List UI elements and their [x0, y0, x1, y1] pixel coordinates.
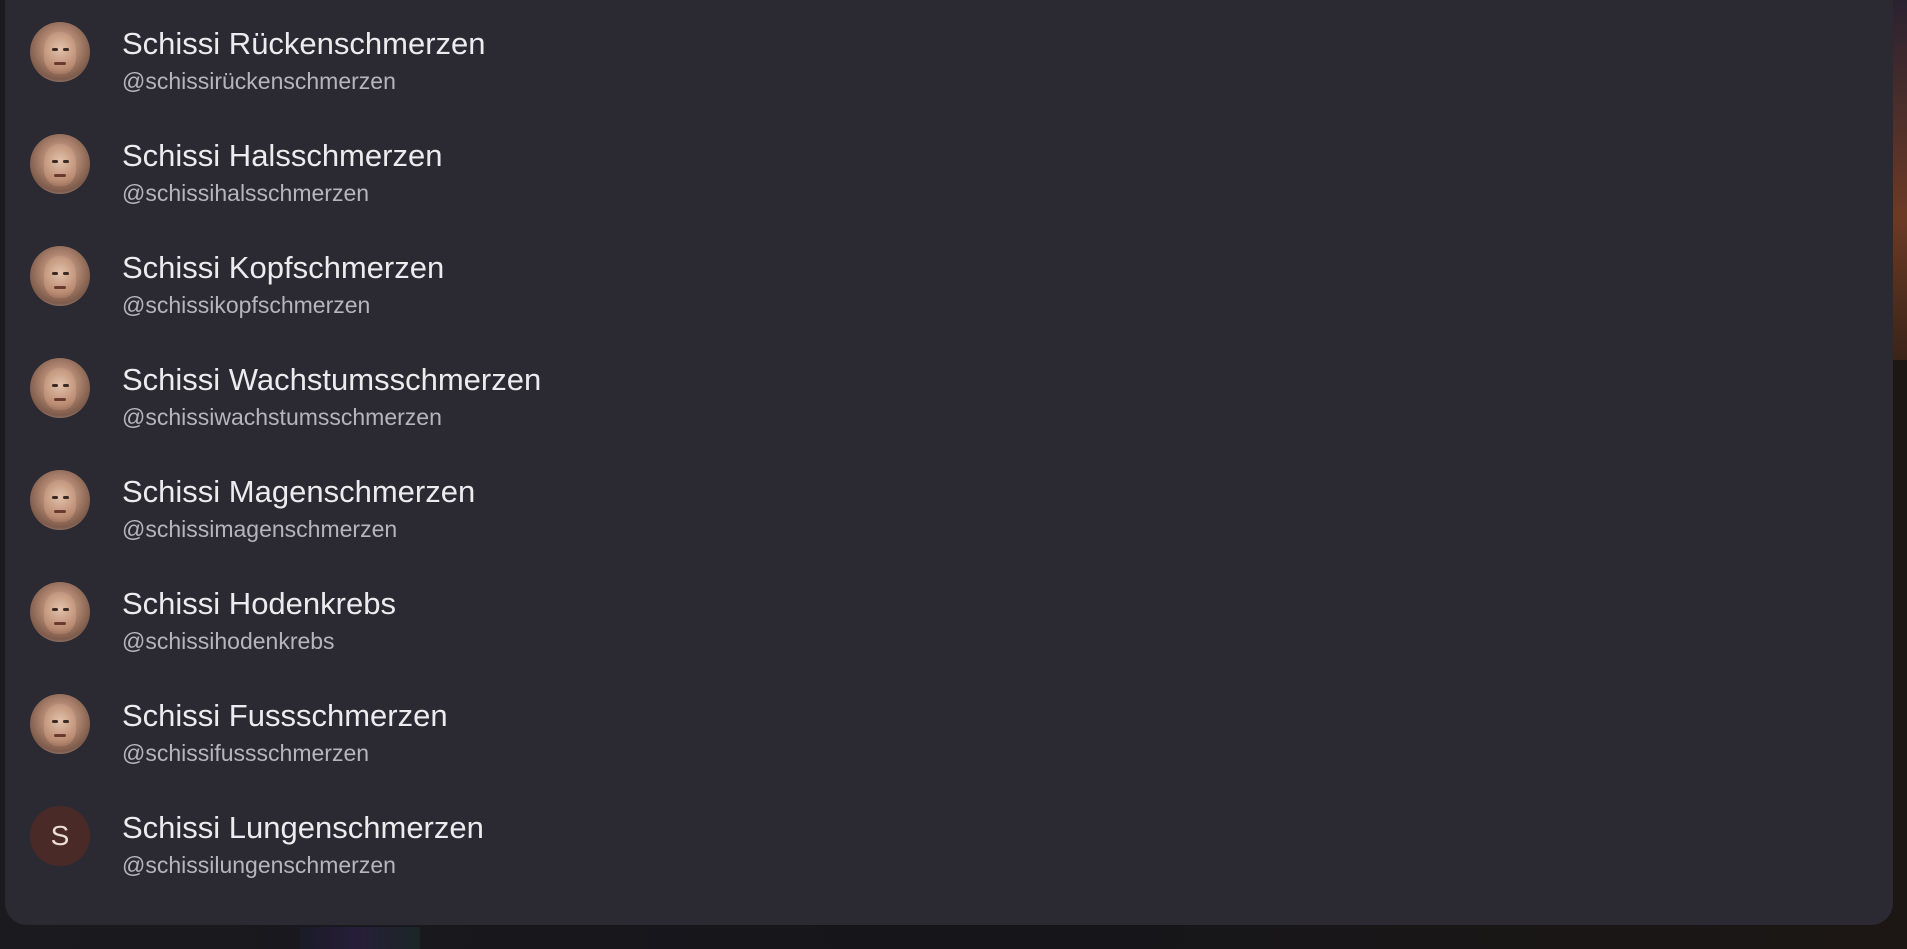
mention-item[interactable]: Schissi Halsschmerzen @schissihalsschmer…: [5, 106, 1893, 218]
display-name: Schissi Hodenkrebs: [122, 586, 396, 621]
avatar: [30, 134, 90, 194]
display-name: Schissi Wachstumsschmerzen: [122, 362, 542, 397]
display-name: Schissi Lungenschmerzen: [122, 810, 484, 845]
username: @schissikopfschmerzen: [122, 292, 371, 318]
username: @schissihalsschmerzen: [122, 180, 370, 206]
mention-item[interactable]: Schissi Wachstumsschmerzen @schissiwachs…: [5, 330, 1893, 442]
username: @schissifussschmerzen: [122, 740, 370, 766]
avatar: [30, 358, 90, 418]
mention-item[interactable]: Schissi Kopfschmerzen @schissikopfschmer…: [5, 218, 1893, 330]
username: @schissilungenschmerzen: [122, 852, 396, 878]
display-name: Schissi Kopfschmerzen: [122, 250, 445, 285]
mention-item[interactable]: Schissi Rückenschmerzen @schissirückensc…: [5, 0, 1893, 106]
display-name: Schissi Magenschmerzen: [122, 474, 476, 509]
avatar: [30, 22, 90, 82]
avatar: [30, 470, 90, 530]
display-name: Schissi Fussschmerzen: [122, 698, 448, 733]
username: @schissirückenschmerzen: [122, 68, 396, 94]
mention-suggestions-list: Schissi Rückenschmerzen @schissirückensc…: [5, 0, 1893, 890]
mention-suggestions-panel: Schissi Rückenschmerzen @schissirückensc…: [5, 0, 1893, 925]
username: @schissiwachstumsschmerzen: [122, 404, 442, 430]
avatar: [30, 246, 90, 306]
mention-item[interactable]: Schissi Magenschmerzen @schissimagenschm…: [5, 442, 1893, 554]
username: @schissimagenschmerzen: [122, 516, 398, 542]
mention-item[interactable]: S Schissi Lungenschmerzen @schissilungen…: [5, 778, 1893, 890]
username: @schissihodenkrebs: [122, 628, 335, 654]
avatar: [30, 582, 90, 642]
avatar-initial: S: [30, 806, 90, 866]
display-name: Schissi Rückenschmerzen: [122, 26, 486, 61]
display-name: Schissi Halsschmerzen: [122, 138, 443, 173]
avatar: [30, 694, 90, 754]
mention-item[interactable]: Schissi Hodenkrebs @schissihodenkrebs: [5, 554, 1893, 666]
background-glow: [300, 927, 420, 949]
mention-item[interactable]: Schissi Fussschmerzen @schissifussschmer…: [5, 666, 1893, 778]
